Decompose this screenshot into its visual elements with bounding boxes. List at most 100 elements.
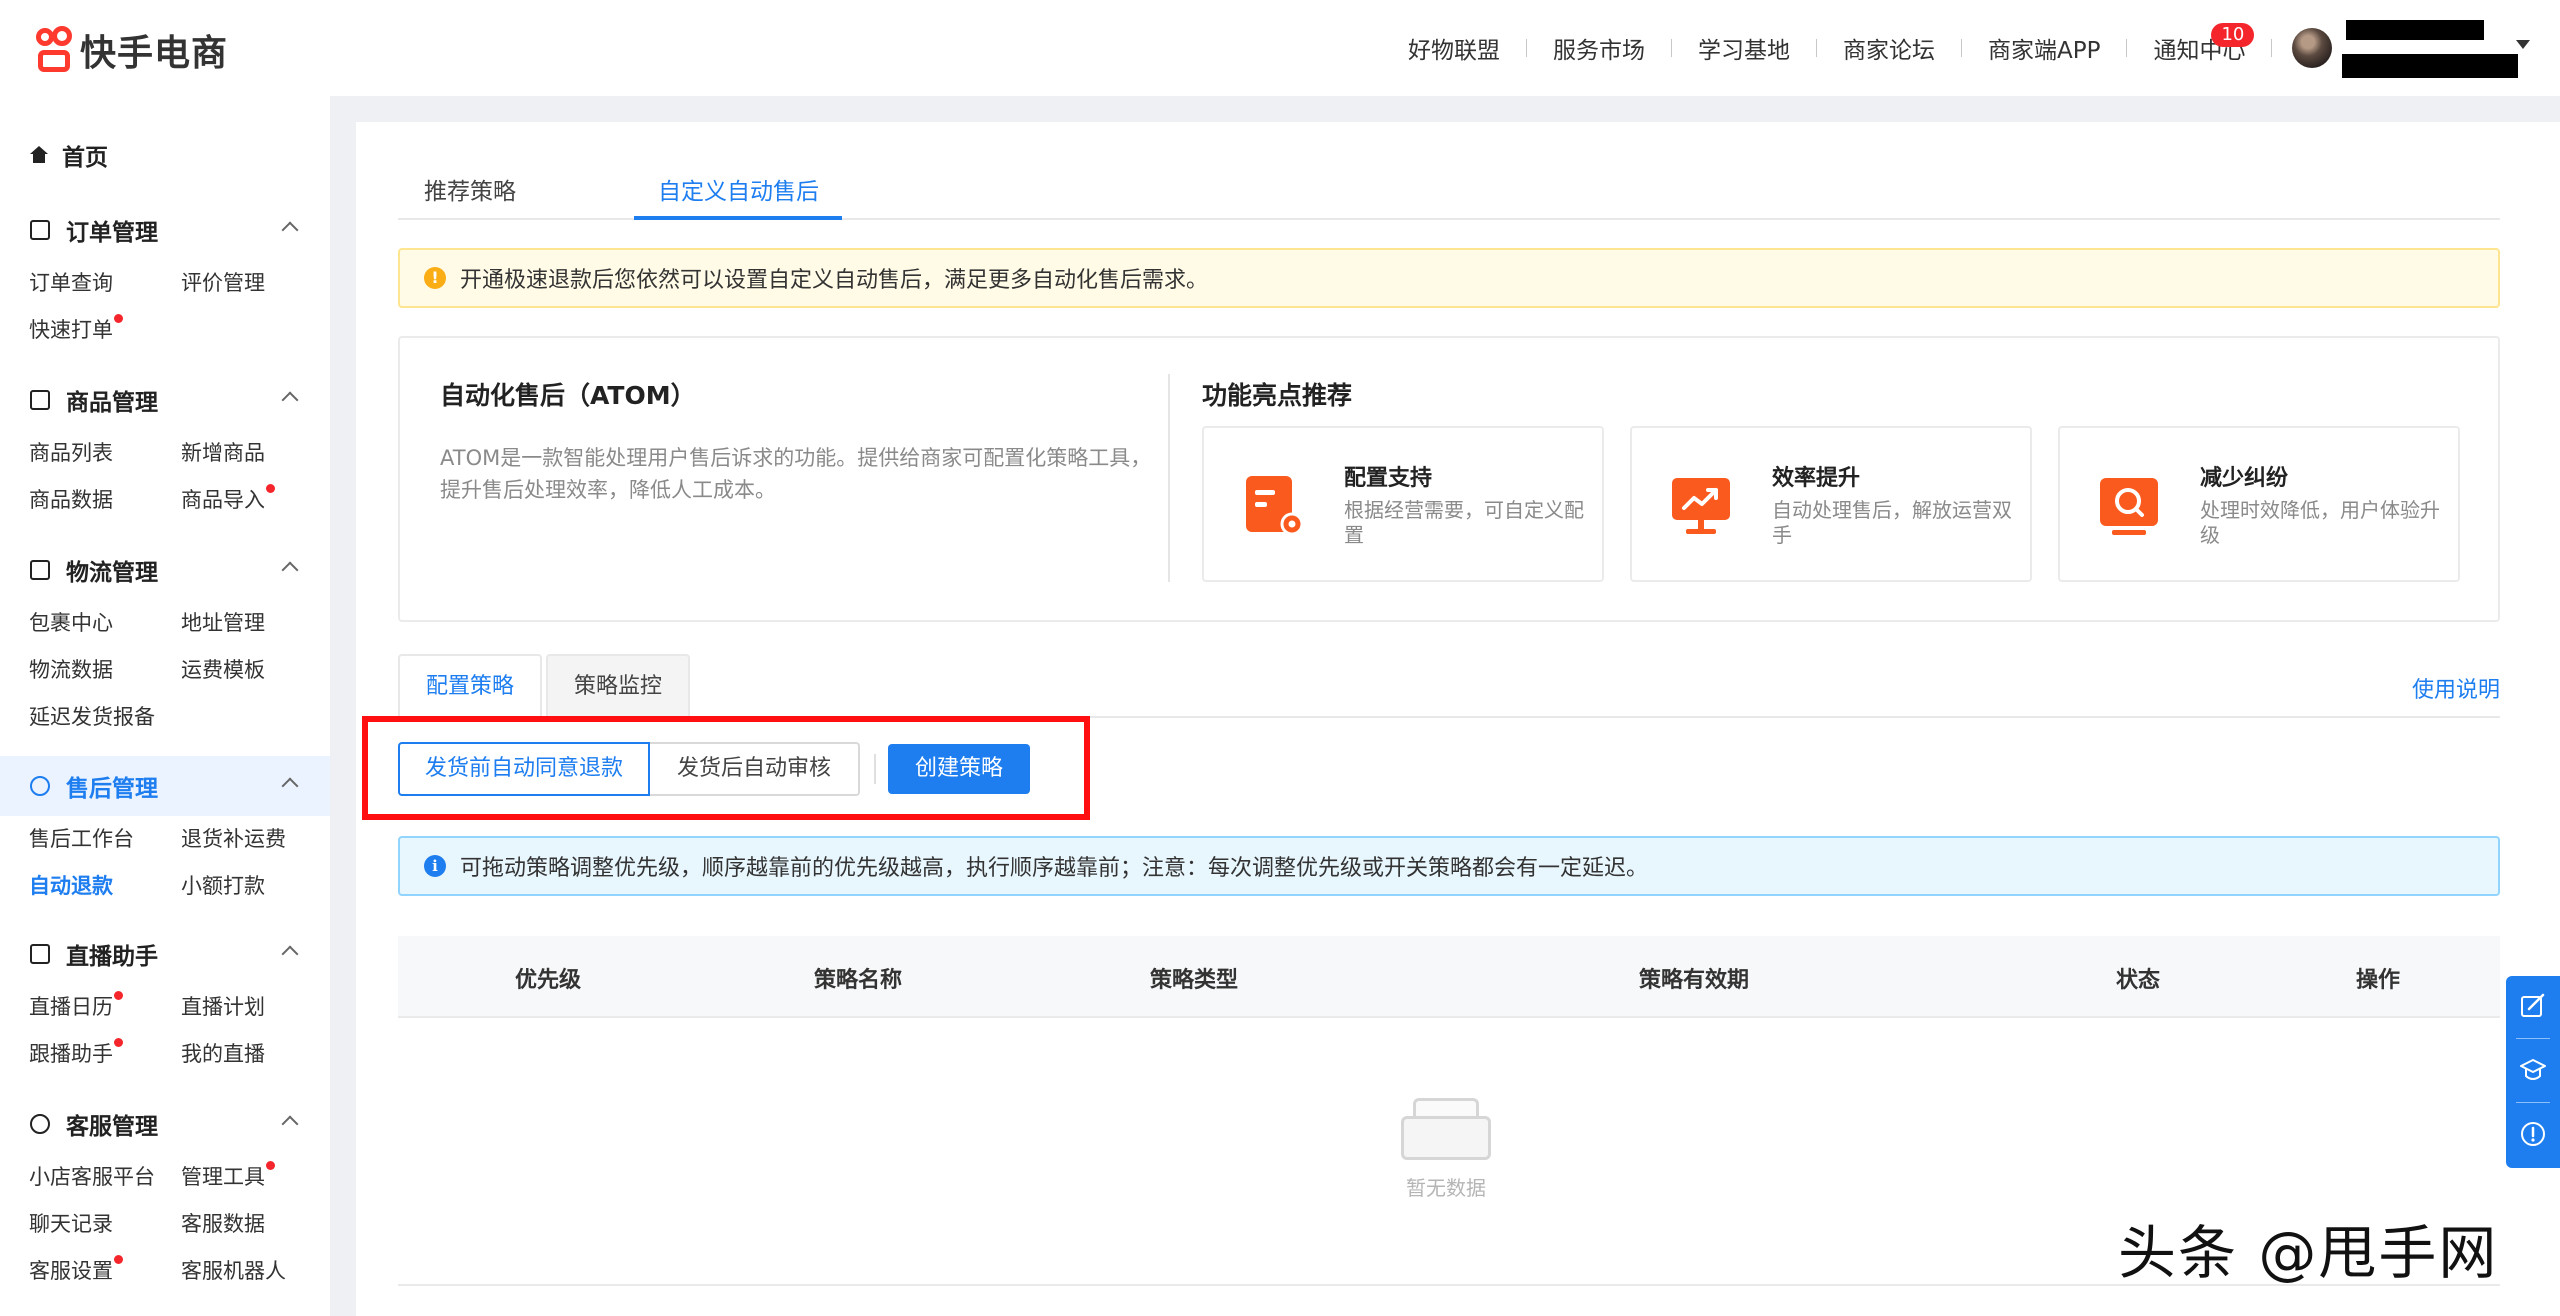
sidebar-item-order-query[interactable]: 订单查询 — [29, 260, 181, 307]
nav-service-market[interactable]: 服务市场 — [1553, 31, 1645, 65]
tab-recommended-strategy[interactable]: 推荐策略 — [424, 172, 516, 206]
feature-name: 配置支持 — [1344, 466, 1433, 491]
sidebar-item-return-freight[interactable]: 退货补运费 — [181, 816, 333, 863]
sidebar-item-add-product[interactable]: 新增商品 — [181, 430, 333, 477]
edit-icon[interactable] — [2519, 992, 2547, 1020]
column-header-actions: 操作 — [2355, 968, 2401, 993]
warning-icon: ! — [424, 267, 446, 289]
segment-pre-shipment-auto-refund[interactable]: 发货前自动同意退款 — [398, 742, 650, 796]
sidebar-item-cs-platform[interactable]: 小店客服平台 — [29, 1154, 181, 1201]
segment-post-shipment-auto-review[interactable]: 发货后自动审核 — [650, 742, 860, 796]
nav-merchant-app[interactable]: 商家端APP — [1988, 31, 2100, 65]
sidebar-home-label: 首页 — [62, 145, 108, 171]
item-label: 小额打款 — [181, 874, 265, 898]
redacted-shop-name — [2342, 54, 2518, 78]
sidebar-item-address-manage[interactable]: 地址管理 — [181, 600, 333, 647]
sidebar-item-quick-print[interactable]: 快速打单 — [29, 307, 181, 354]
sidebar-item-my-live[interactable]: 我的直播 — [181, 1031, 333, 1078]
sidebar-item-freight-template[interactable]: 运费模板 — [181, 647, 333, 694]
chevron-up-icon — [281, 1115, 299, 1133]
sidebar-item-home[interactable]: 首页 — [30, 138, 108, 172]
search-screen-icon — [2100, 478, 2158, 535]
sidebar-item-product-data[interactable]: 商品数据 — [29, 477, 181, 524]
sidebar-item-chat-records[interactable]: 聊天记录 — [29, 1201, 181, 1248]
sidebar-group-header[interactable]: 售后管理 — [0, 756, 330, 816]
new-dot — [266, 1161, 275, 1170]
account-dropdown-icon[interactable] — [2516, 40, 2530, 49]
nav-haowu-lianmeng[interactable]: 好物联盟 — [1408, 31, 1500, 65]
sidebar-item-manage-tools[interactable]: 管理工具 — [181, 1154, 333, 1201]
item-label: 新增商品 — [181, 441, 265, 465]
column-header-strategy-type: 策略类型 — [1149, 968, 1239, 993]
intro-description: ATOM是一款智能处理用户售后诉求的功能。提供给商家可配置化策略工具，提升售后处… — [440, 446, 1152, 502]
sidebar-item-small-payment[interactable]: 小额打款 — [181, 863, 333, 910]
graduation-cap-icon[interactable] — [2519, 1056, 2547, 1084]
intro-title: 自动化售后（ATOM） — [440, 381, 696, 410]
tab-strategy-monitor[interactable]: 策略监控 — [546, 654, 691, 718]
intro-divider — [1168, 374, 1170, 582]
kuaishou-logo-icon — [34, 26, 74, 74]
sidebar-item-logistics-data[interactable]: 物流数据 — [29, 647, 181, 694]
sidebar-item-product-import[interactable]: 商品导入 — [181, 477, 333, 524]
new-dot — [266, 484, 275, 493]
toolbar-separator — [2516, 1102, 2550, 1103]
tab-config-strategy[interactable]: 配置策略 — [398, 654, 543, 720]
config-doc-icon — [1246, 476, 1304, 536]
sidebar-group-after-sales: 售后管理 售后工作台 退货补运费 自动退款 小额打款 — [0, 756, 330, 910]
usage-guide-link[interactable]: 使用说明 — [2412, 672, 2500, 704]
item-label: 直播计划 — [181, 995, 265, 1019]
feature-desc: 自动处理售后，解放运营双手 — [1772, 498, 2012, 547]
column-header-validity-period: 策略有效期 — [1638, 968, 1750, 993]
home-icon — [30, 146, 48, 164]
sidebar-item-live-assistant[interactable]: 跟播助手 — [29, 1031, 181, 1078]
sidebar-group-live: 直播助手 直播日历 直播计划 跟播助手 我的直播 — [0, 924, 330, 1078]
logo[interactable]: 快手电商 — [34, 24, 228, 76]
sidebar-item-product-list[interactable]: 商品列表 — [29, 430, 181, 477]
group-title: 订单管理 — [66, 220, 158, 246]
create-strategy-button[interactable]: 创建策略 — [888, 744, 1030, 794]
avatar[interactable] — [2292, 28, 2332, 68]
group-title: 物流管理 — [66, 560, 158, 586]
sidebar-item-after-sales-workbench[interactable]: 售后工作台 — [29, 816, 181, 863]
video-camera-icon — [30, 944, 50, 964]
sidebar-item-cs-data[interactable]: 客服数据 — [181, 1201, 333, 1248]
item-label: 管理工具 — [181, 1165, 265, 1189]
table-header: 优先级 策略名称 策略类型 策略有效期 状态 操作 — [398, 936, 2500, 1018]
sidebar-group-header[interactable]: 商品管理 — [0, 370, 330, 430]
sidebar-group-header[interactable]: 直播助手 — [0, 924, 330, 984]
nav-divider — [1961, 39, 1962, 57]
config-subtabs: 配置策略 策略监控 使用说明 — [398, 654, 2500, 720]
sidebar-item-cs-robot[interactable]: 客服机器人 — [181, 1248, 333, 1295]
active-tab-indicator — [634, 216, 842, 220]
chevron-up-icon — [281, 561, 299, 579]
top-header: 快手电商 好物联盟 服务市场 学习基地 商家论坛 商家端APP 通知中心 10 — [0, 0, 2560, 96]
sidebar-group-header[interactable]: 订单管理 — [0, 200, 330, 260]
info-circle-icon[interactable] — [2519, 1120, 2547, 1148]
new-dot — [114, 1038, 123, 1047]
item-label: 延迟发货报备 — [29, 705, 155, 729]
floating-toolbar — [2506, 976, 2560, 1168]
tab-custom-auto-after-sales[interactable]: 自定义自动售后 — [658, 172, 819, 206]
nav-learning-base[interactable]: 学习基地 — [1698, 31, 1790, 65]
nav-merchant-forum[interactable]: 商家论坛 — [1843, 31, 1935, 65]
item-label: 直播日历 — [29, 995, 113, 1019]
sidebar-item-delay-report[interactable]: 延迟发货报备 — [29, 694, 181, 741]
shopping-bag-icon — [30, 390, 50, 410]
feature-card-disputes: 减少纠纷 处理时效降低，用户体验升级 — [2058, 426, 2460, 582]
sidebar-item-review-manage[interactable]: 评价管理 — [181, 260, 333, 307]
sidebar-item-live-plan[interactable]: 直播计划 — [181, 984, 333, 1031]
item-label: 包裹中心 — [29, 611, 113, 635]
item-label: 商品数据 — [29, 488, 113, 512]
item-label: 客服机器人 — [181, 1259, 286, 1283]
column-header-priority: 优先级 — [514, 968, 582, 993]
sidebar-group-header[interactable]: 客服管理 — [0, 1094, 330, 1154]
sidebar-item-parcel-center[interactable]: 包裹中心 — [29, 600, 181, 647]
sidebar-item-auto-refund[interactable]: 自动退款 — [29, 863, 181, 910]
sidebar-group-header[interactable]: 物流管理 — [0, 540, 330, 600]
sidebar-group-orders: 订单管理 订单查询 评价管理 快速打单 — [0, 200, 330, 354]
nav-notification-center[interactable]: 通知中心 10 — [2153, 23, 2255, 65]
sidebar-item-live-calendar[interactable]: 直播日历 — [29, 984, 181, 1031]
sidebar-item-cs-settings[interactable]: 客服设置 — [29, 1248, 181, 1295]
truck-icon — [30, 560, 50, 580]
item-label: 评价管理 — [181, 271, 265, 295]
